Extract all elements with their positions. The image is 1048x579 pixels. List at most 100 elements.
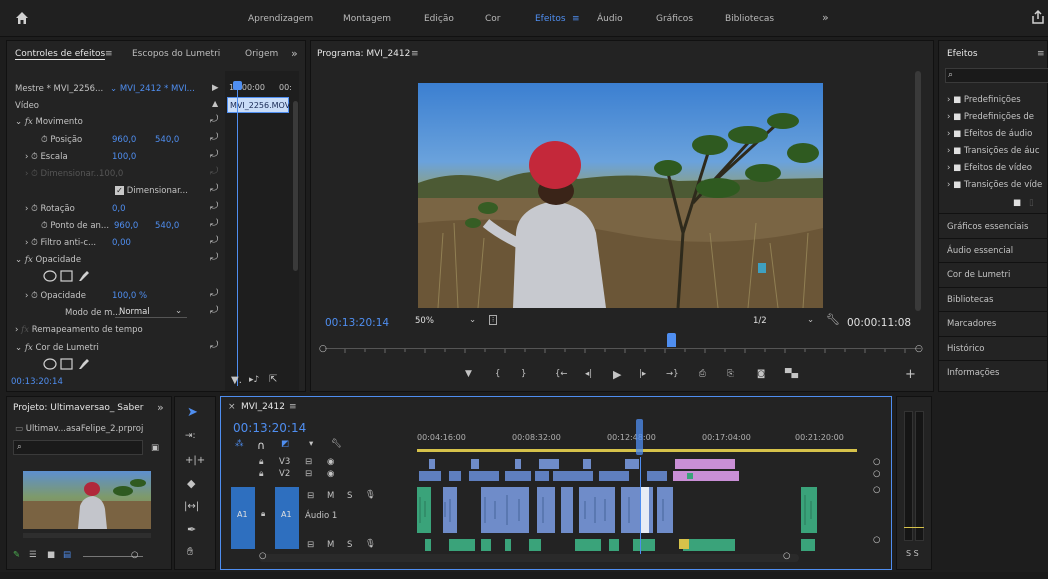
reset-rotation-icon[interactable]: ⤾	[210, 201, 218, 212]
scrollbar-left-handle[interactable]: ○	[259, 551, 266, 561]
lock-icon[interactable]: 🔒︎	[259, 457, 264, 467]
timeline-ruler[interactable]: 00:04:16:00 00:08:32:00 00:12:48:00 00:1…	[415, 427, 875, 455]
linked-selection-icon[interactable]: ◩	[281, 439, 289, 449]
home-icon[interactable]	[14, 10, 30, 26]
timeline-clips[interactable]	[415, 457, 875, 555]
effects-folder-item[interactable]: › ■ Efeitos de vídeo	[947, 163, 1032, 173]
eye-icon[interactable]: ◉	[327, 469, 334, 479]
solo-button[interactable]: S	[347, 540, 352, 550]
time-remap-row[interactable]: › fx Remapeamento de tempo	[15, 325, 143, 335]
slip-tool-icon[interactable]: |↔|	[184, 501, 199, 512]
step-back-icon[interactable]: ◂|	[585, 369, 592, 379]
timeline-tracks[interactable]	[415, 457, 875, 555]
panel-more-button[interactable]: »	[291, 47, 298, 60]
reset-opacity-icon[interactable]: ⤾	[210, 252, 218, 263]
scrub-bar[interactable]	[325, 348, 921, 356]
lumetri-effect-row[interactable]: ⌄ fx Cor de Lumetri	[15, 343, 99, 353]
wrench-icon[interactable]: 🔧︎	[826, 313, 840, 326]
position-y-value[interactable]: 540,0	[155, 135, 179, 145]
opacity-value-row[interactable]: › ⏱ Opacidade	[25, 291, 86, 301]
timeline-playhead-handle[interactable]	[636, 419, 643, 455]
ripple-edit-tool-icon[interactable]: +|+	[185, 455, 205, 466]
selection-tool-icon[interactable]: ➤	[187, 405, 198, 420]
new-bin-icon[interactable]: ▣	[151, 443, 159, 453]
scrub-out-handle[interactable]: ○	[915, 344, 923, 354]
panel-link-libraries[interactable]: Bibliotecas	[947, 295, 993, 305]
reset-motion-icon[interactable]: ⤾	[210, 114, 218, 125]
extract-icon[interactable]: ⎘	[727, 369, 734, 379]
play-icon[interactable]: ▶	[613, 368, 621, 381]
add-marker-icon[interactable]: ▼	[465, 369, 472, 379]
project-thumbnail[interactable]	[23, 471, 151, 529]
scale-row[interactable]: › ⏱ Escala	[25, 152, 68, 162]
snap-icon[interactable]: ∩	[257, 439, 265, 452]
vscroll-handle[interactable]: ○	[873, 485, 880, 495]
safe-margins-icon[interactable]: ⁝	[489, 315, 498, 325]
solo-button[interactable]: S	[347, 491, 352, 501]
effects-search-input[interactable]: ⌕	[945, 68, 1048, 83]
collapse-arrow-icon[interactable]: ▲	[212, 99, 218, 108]
reset-position-icon[interactable]: ⤾	[210, 132, 218, 143]
opacity-effect-row[interactable]: ⌄ fx Opacidade	[15, 255, 81, 265]
effect-controls-timecode[interactable]: 00:13:20:14	[11, 377, 63, 387]
panel-link-history[interactable]: Histórico	[947, 344, 984, 354]
close-sequence-icon[interactable]: ×	[228, 402, 236, 412]
scrub-in-handle[interactable]: ○	[319, 344, 327, 354]
export-frame-icon[interactable]: ⇱	[269, 374, 277, 385]
anchor-x-value[interactable]: 960,0	[114, 221, 138, 231]
mini-scrollbar[interactable]	[293, 101, 298, 271]
track-select-tool-icon[interactable]: ⇥:	[185, 431, 196, 441]
reset-opacity-value-icon[interactable]: ⤾	[210, 288, 218, 299]
razor-tool-icon[interactable]: ◆	[187, 477, 195, 490]
panel-link-essential-graphics[interactable]: Gráficos essenciais	[947, 222, 1028, 232]
rotation-row[interactable]: › ⏱ Rotação	[25, 204, 75, 214]
program-menu-icon[interactable]: ≡	[411, 49, 419, 59]
tab-source[interactable]: Origem	[245, 49, 278, 59]
workspace-tab-cor[interactable]: Cor	[485, 14, 501, 24]
workspace-menu-icon[interactable]: ≡	[572, 14, 580, 24]
reset-lumetri-icon[interactable]: ⤾	[210, 340, 218, 351]
hand-tool-icon[interactable]: ✋︎	[187, 545, 193, 559]
effects-menu-icon[interactable]: ≡	[1037, 49, 1045, 59]
sequence-tab-label[interactable]: MVI_2412	[241, 402, 285, 412]
panel-link-info[interactable]: Informações	[947, 368, 999, 378]
play-only-button[interactable]: ▶	[212, 83, 219, 93]
add-button-icon[interactable]: +	[905, 367, 916, 382]
reset-scale-icon[interactable]: ⤾	[210, 149, 218, 160]
reset-antiflicker-icon[interactable]: ⤾	[210, 235, 218, 246]
play-audio-icon[interactable]: ▸♪	[249, 375, 259, 385]
freeform-view-icon[interactable]: ▤	[63, 550, 71, 560]
project-search-input[interactable]: ⌕	[13, 440, 143, 455]
new-bin-icon[interactable]: ■	[1013, 198, 1021, 208]
position-x-value[interactable]: 960,0	[112, 135, 136, 145]
reset-blend-icon[interactable]: ⤾	[210, 305, 218, 316]
effects-folder-item[interactable]: › ■ Transições de áuc	[947, 146, 1040, 156]
effects-folder-item[interactable]: › ■ Transições de víde	[947, 180, 1042, 190]
mini-playhead[interactable]	[237, 81, 238, 386]
scrollbar-right-handle[interactable]: ○	[783, 551, 790, 561]
comparison-view-icon[interactable]: ▀▄	[785, 369, 798, 379]
workspace-tab-edicao[interactable]: Edição	[424, 14, 454, 24]
panel-link-essential-sound[interactable]: Áudio essencial	[947, 246, 1013, 256]
resolution-select[interactable]: 1/2 ⌄	[751, 314, 819, 328]
microphone-icon[interactable]: 🎙︎	[365, 539, 376, 549]
mark-out-icon[interactable]: }	[521, 369, 526, 379]
panel-menu-icon[interactable]: ≡	[105, 49, 113, 59]
microphone-icon[interactable]: 🎙︎	[365, 490, 376, 500]
add-marker-icon[interactable]: ▾	[309, 439, 313, 449]
effects-folder-item[interactable]: › ■ Predefinições	[947, 95, 1021, 105]
go-to-out-icon[interactable]: →}	[666, 369, 679, 379]
workspace-tab-bibliotecas[interactable]: Bibliotecas	[725, 14, 774, 24]
step-forward-icon[interactable]: |▸	[639, 369, 646, 379]
zoom-select[interactable]: 50% ⌄	[413, 314, 481, 328]
opacity-value[interactable]: 100,0 %	[112, 291, 147, 301]
pencil-icon[interactable]: ✎	[13, 550, 20, 560]
project-more-button[interactable]: »	[157, 401, 164, 414]
sync-lock-icon[interactable]: ⊟	[307, 491, 314, 501]
sequence-menu-icon[interactable]: ≡	[289, 402, 297, 412]
sync-lock-icon[interactable]: ⊟	[305, 469, 312, 479]
vscroll-handle[interactable]: ○	[873, 457, 880, 467]
vscroll-handle[interactable]: ○	[873, 469, 880, 479]
workspace-tab-efeitos[interactable]: Efeitos	[535, 14, 566, 24]
workspace-tab-graficos[interactable]: Gráficos	[656, 14, 693, 24]
